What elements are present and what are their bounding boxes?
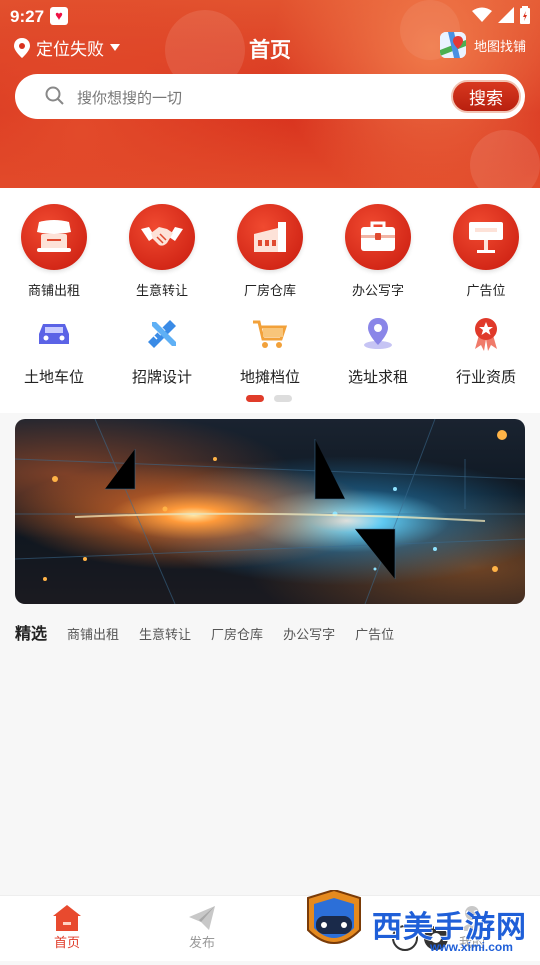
search-icon [45, 86, 64, 105]
car-icon [36, 316, 72, 352]
carousel-dot[interactable] [274, 395, 292, 402]
nav-publish[interactable]: 发布 [162, 904, 242, 951]
app-notification-icon: ♥ [50, 7, 68, 25]
secondary-categories: 土地车位 招牌设计 地摊档位 选址求租 行业资质 [0, 316, 540, 387]
category-label: 广告位 [466, 283, 506, 298]
cart-icon [252, 316, 288, 352]
filter-tabs: 精选 商铺出租 生意转让 厂房仓库 办公写字 广告位 [15, 620, 394, 644]
factory-icon [237, 204, 303, 270]
category-label: 厂房仓库 [243, 283, 296, 298]
category-site-rent[interactable]: 选址求租 [324, 316, 432, 387]
tab-factory-warehouse[interactable]: 厂房仓库 [211, 624, 263, 643]
ruler-pencil-icon [144, 316, 180, 352]
watermark-url: www.ximi.com [430, 940, 513, 954]
search-bar: 搜你想搜的一切 搜索 [15, 74, 525, 119]
tab-featured[interactable]: 精选 [15, 620, 47, 644]
category-label: 地摊档位 [239, 369, 300, 386]
location-pin-icon [360, 316, 396, 352]
main-content: 商铺出租 生意转让 厂房仓库 办公写字 广告位 土地车位 招牌设计 地摊档位 选… [0, 188, 540, 895]
handshake-icon [129, 204, 195, 270]
category-land-parking[interactable]: 土地车位 [0, 316, 108, 387]
award-icon [468, 316, 504, 352]
system-icons [472, 6, 530, 24]
nav-home[interactable]: 首页 [27, 904, 107, 951]
home-icon [53, 905, 81, 931]
map-find-button[interactable]: 地图找铺 [439, 32, 526, 58]
category-shop-rent[interactable]: 商铺出租 [0, 204, 108, 299]
signal-icon [498, 7, 514, 23]
category-sign-design[interactable]: 招牌设计 [108, 316, 216, 387]
map-find-label: 地图找铺 [473, 38, 526, 54]
category-label: 办公写字 [351, 283, 404, 298]
category-factory-warehouse[interactable]: 厂房仓库 [216, 204, 324, 299]
category-label: 生意转让 [135, 283, 188, 298]
promo-banner[interactable] [15, 419, 525, 604]
category-office[interactable]: 办公写字 [324, 204, 432, 299]
category-label: 土地车位 [23, 369, 84, 386]
category-billboard[interactable]: 广告位 [432, 204, 540, 299]
map-icon [439, 32, 466, 58]
banner-tech-image [15, 419, 525, 604]
tab-business-transfer[interactable]: 生意转让 [139, 624, 191, 643]
category-qualification[interactable]: 行业资质 [432, 316, 540, 387]
battery-icon [520, 6, 530, 24]
paper-plane-icon [189, 906, 215, 930]
status-time: 9:27 [10, 7, 45, 26]
carousel-indicator [246, 395, 292, 402]
category-label: 选址求租 [347, 369, 408, 386]
nav-publish-label: 发布 [188, 935, 215, 950]
billboard-icon [453, 204, 519, 270]
category-business-transfer[interactable]: 生意转让 [108, 204, 216, 299]
category-label: 招牌设计 [131, 369, 192, 386]
search-input[interactable]: 搜你想搜的一切 [77, 87, 182, 108]
tab-shop-rent[interactable]: 商铺出租 [67, 624, 119, 643]
briefcase-icon [345, 204, 411, 270]
primary-categories: 商铺出租 生意转让 厂房仓库 办公写字 广告位 [0, 204, 540, 299]
wifi-icon [472, 7, 492, 22]
category-label: 商铺出租 [27, 283, 80, 298]
top-bar: 定位失败 首页 地图找铺 [0, 32, 540, 62]
tab-office[interactable]: 办公写字 [283, 624, 335, 643]
carousel-dot-active[interactable] [246, 395, 264, 402]
site-watermark: 西美手游网 www.ximi.com [300, 888, 540, 960]
category-label: 行业资质 [455, 369, 516, 386]
search-button[interactable]: 搜索 [451, 80, 521, 113]
tab-billboard[interactable]: 广告位 [355, 624, 394, 643]
category-stall[interactable]: 地摊档位 [216, 316, 324, 387]
category-panel: 商铺出租 生意转让 厂房仓库 办公写字 广告位 土地车位 招牌设计 地摊档位 选… [0, 188, 540, 413]
shop-icon [21, 204, 87, 270]
status-bar: 9:27 ♥ [0, 0, 540, 32]
nav-home-label: 首页 [53, 935, 80, 950]
